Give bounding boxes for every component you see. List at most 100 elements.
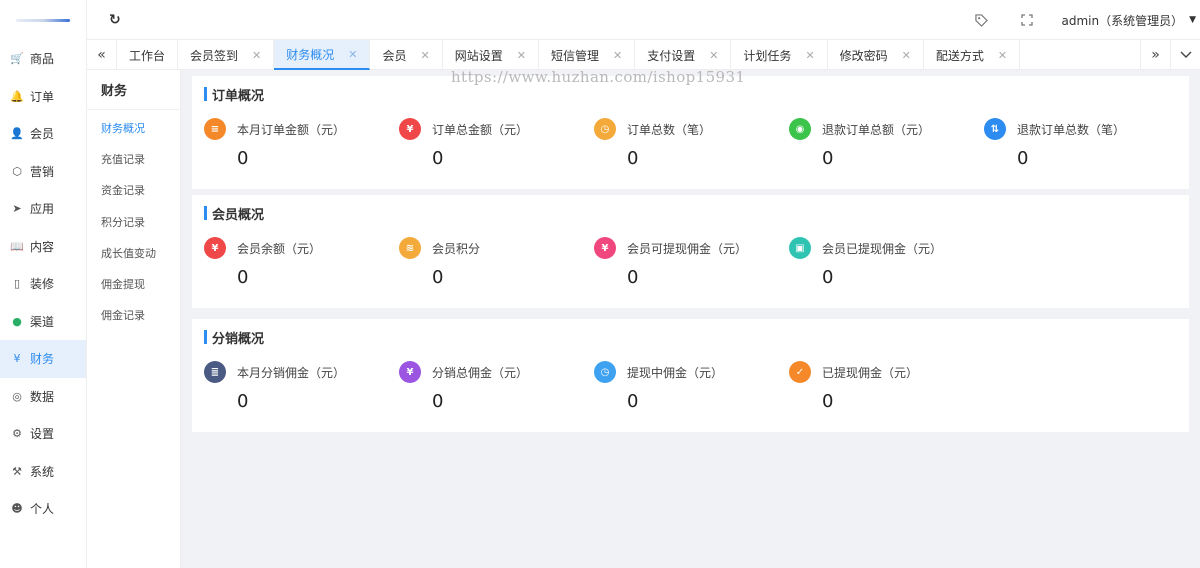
stat-card: ◷ 订单总数（笔） 0 (594, 118, 784, 169)
overview-panel: 会员概况 ¥ 会员余额（元） 0 ≋ 会员积分 0 ¥ 会员可提现佣金（元） 0 ▣ 会员已提现佣金（… (192, 195, 1189, 308)
nav-item-label: 商品 (30, 52, 55, 67)
phone-icon: ▯ (13, 277, 21, 291)
tab-3[interactable]: 会员 ✕ (370, 40, 443, 70)
sub-menu-item[interactable]: 资金记录 (87, 175, 180, 206)
stat-head: ≡ 本月订单金额（元） (204, 118, 394, 140)
gear-icon: ⚙ (12, 427, 22, 441)
tab-0[interactable]: 工作台 (117, 40, 179, 70)
tab-close-icon[interactable]: ✕ (709, 49, 718, 62)
tab-close-icon[interactable]: ✕ (421, 49, 430, 62)
stat-head: ◉ 退款订单总额（元） (789, 118, 979, 140)
coins-icon: ≋ (399, 237, 421, 259)
tab-5[interactable]: 短信管理 ✕ (539, 40, 636, 70)
nav-item-11[interactable]: ⚒ 系统 (0, 453, 86, 491)
tab-close-icon[interactable]: ✕ (252, 49, 261, 62)
stat-label: 提现中佣金（元） (627, 365, 724, 380)
nav-item-label: 数据 (30, 389, 55, 404)
stat-head: ≋ 会员积分 (399, 237, 589, 259)
logo (0, 0, 86, 40)
stat-value: 0 (237, 148, 249, 169)
tab-9[interactable]: 配送方式 ✕ (924, 40, 1021, 70)
stat-card: ¥ 会员可提现佣金（元） 0 (594, 237, 784, 288)
tab-close-icon[interactable]: ✕ (998, 49, 1007, 62)
nav-item-1[interactable]: 🔔 订单 (0, 78, 86, 116)
nav-item-3[interactable]: ⬡ 营销 (0, 153, 86, 191)
user-menu[interactable]: admin（系统管理员） (1061, 12, 1183, 29)
tab-6[interactable]: 支付设置 ✕ (635, 40, 732, 70)
nav-item-0[interactable]: 🛒 商品 (0, 40, 86, 78)
stat-head: ¥ 会员可提现佣金（元） (594, 237, 784, 259)
wallet-icon: ▣ (789, 237, 811, 259)
header-actions: admin（系统管理员） ▼ (973, 0, 1200, 40)
tab-label: 配送方式 (935, 48, 984, 63)
nav-item-6[interactable]: ▯ 装修 (0, 265, 86, 303)
tab-close-icon[interactable]: ✕ (805, 49, 814, 62)
tab-label: 修改密码 (839, 48, 888, 63)
stat-value: 0 (432, 391, 444, 412)
main-nav: 🛒 商品 🔔 订单 👤 会员 ⬡ 营销 ➤ 应用 📖 内容 ▯ 装修 ● 渠道 ¥ 财务 ◎ 数据 ⚙ 设置 ⚒ 系统 ☻ 个人 (0, 0, 87, 568)
tabs-scroll-right-icon[interactable]: » (1140, 40, 1170, 70)
globe-icon: ◎ (12, 389, 22, 403)
stat-value: 0 (627, 391, 639, 412)
tabs-scroll-left-icon[interactable]: « (87, 40, 117, 70)
stat-value: 0 (627, 148, 639, 169)
nav-item-5[interactable]: 📖 内容 (0, 228, 86, 266)
doc-icon: ≡ (204, 118, 226, 140)
stat-head: ◷ 订单总数（笔） (594, 118, 784, 140)
refresh-icon[interactable]: ↻ (109, 12, 125, 28)
nav-item-label: 营销 (30, 164, 55, 179)
nav-item-2[interactable]: 👤 会员 (0, 115, 86, 153)
sub-menu-item[interactable]: 充值记录 (87, 143, 180, 174)
panel-title: 订单概况 (204, 86, 264, 104)
sub-menu-item[interactable]: 积分记录 (87, 206, 180, 237)
nav-item-12[interactable]: ☻ 个人 (0, 490, 86, 528)
tabs-menu-chevron-icon[interactable] (1170, 40, 1200, 70)
nav-item-label: 财务 (30, 352, 55, 367)
nav-item-label: 应用 (30, 202, 55, 217)
caret-down-icon[interactable]: ▼ (1189, 15, 1196, 25)
stat-head: ⇅ 退款订单总数（笔） (984, 118, 1174, 140)
tab-4[interactable]: 网站设置 ✕ (443, 40, 539, 70)
stat-value: 0 (1017, 148, 1029, 169)
nav-list: 🛒 商品 🔔 订单 👤 会员 ⬡ 营销 ➤ 应用 📖 内容 ▯ 装修 ● 渠道 ¥ 财务 ◎ 数据 ⚙ 设置 ⚒ 系统 ☻ 个人 (0, 40, 86, 528)
fullscreen-icon[interactable] (1019, 12, 1035, 28)
tab-2[interactable]: 财务概况 ✕ (274, 40, 371, 70)
main-content: 订单概况 ≡ 本月订单金额（元） 0 ¥ 订单总金额（元） 0 ◷ 订单总数（笔） 0 ◉ 退款订单总… (181, 68, 1200, 568)
nav-item-10[interactable]: ⚙ 设置 (0, 415, 86, 453)
tab-8[interactable]: 修改密码 ✕ (828, 40, 924, 70)
tab-close-icon[interactable]: ✕ (613, 49, 622, 62)
stat-label: 本月分销佣金（元） (237, 365, 346, 380)
tab-label: 会员签到 (190, 48, 239, 63)
user-icon: 👤 (10, 127, 24, 141)
overview-panel: 分销概况 ≣ 本月分销佣金（元） 0 ¥ 分销总佣金（元） 0 ◷ 提现中佣金（元） 0 ✓ 已提现佣… (192, 319, 1189, 432)
sub-menu-item[interactable]: 成长值变动 (87, 237, 180, 268)
tab-close-icon[interactable]: ✕ (902, 49, 911, 62)
send-icon: ➤ (12, 202, 22, 216)
tabs-right-controls: » (1140, 40, 1200, 70)
tab-close-icon[interactable]: ✕ (348, 48, 357, 61)
tag-icon[interactable] (973, 12, 989, 28)
nav-item-9[interactable]: ◎ 数据 (0, 378, 86, 416)
stat-head: ¥ 分销总佣金（元） (399, 361, 589, 383)
stat-label: 退款订单总额（元） (822, 122, 931, 137)
sub-menu-item[interactable]: 佣金记录 (87, 300, 180, 331)
clock-icon: ◷ (594, 118, 616, 140)
tab-1[interactable]: 会员签到 ✕ (178, 40, 275, 70)
tab-close-icon[interactable]: ✕ (517, 49, 526, 62)
logo-mark (16, 18, 70, 22)
app: 🛒 商品 🔔 订单 👤 会员 ⬡ 营销 ➤ 应用 📖 内容 ▯ 装修 ● 渠道 ¥ 财务 ◎ 数据 ⚙ 设置 ⚒ 系统 ☻ 个人 … (0, 0, 1200, 568)
stat-label: 会员可提现佣金（元） (627, 241, 748, 256)
nav-item-7[interactable]: ● 渠道 (0, 303, 86, 341)
tab-label: 短信管理 (550, 48, 599, 63)
sub-menu-item[interactable]: 财务概况 (87, 112, 180, 143)
stat-label: 会员已提现佣金（元） (822, 241, 943, 256)
check-icon: ✓ (789, 361, 811, 383)
ticket-icon: ¥ (594, 237, 616, 259)
tab-bar: « 工作台 会员签到 ✕ 财务概况 ✕ 会员 ✕ 网站设置 ✕ 短信管理 ✕ 支付设置 ✕ 计划任务 ✕ 修改… (87, 40, 1200, 70)
nav-item-4[interactable]: ➤ 应用 (0, 190, 86, 228)
sub-menu-item[interactable]: 佣金提现 (87, 268, 180, 299)
panel-title: 会员概况 (204, 205, 264, 223)
nav-item-label: 个人 (30, 502, 55, 517)
tab-7[interactable]: 计划任务 ✕ (731, 40, 828, 70)
nav-item-8[interactable]: ¥ 财务 (0, 340, 86, 378)
